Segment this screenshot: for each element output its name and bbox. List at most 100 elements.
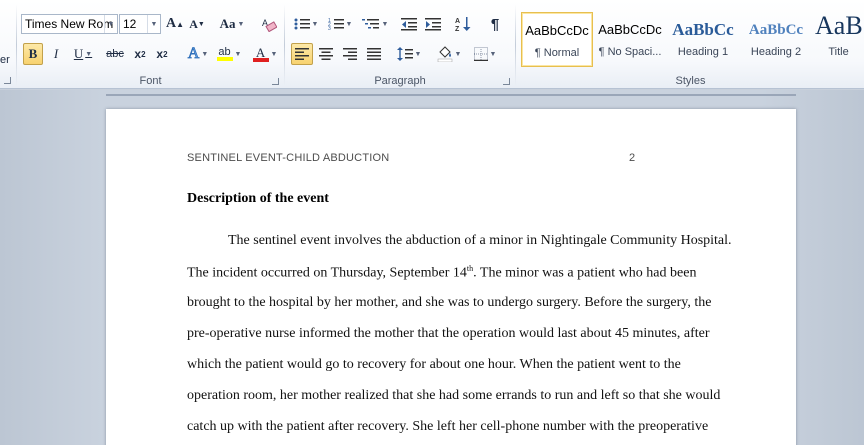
bullets-icon	[294, 18, 310, 30]
style-heading-2[interactable]: AaBbCc Heading 2	[740, 12, 812, 67]
paragraph-line[interactable]: operation room, her mother realized that…	[187, 388, 720, 404]
subscript-button[interactable]: x2	[130, 43, 150, 65]
underline-button[interactable]: U ▼	[68, 43, 98, 65]
paragraph-line[interactable]: catch up with the patient after recovery…	[187, 419, 708, 435]
arrow-down-icon: ▼	[197, 20, 205, 28]
separator	[515, 4, 516, 86]
ribbon: er Times New Rom ▼ 12 ▼ A▲ A▼ Aa▼ A B	[0, 0, 864, 89]
chevron-down-icon[interactable]: ▼	[104, 15, 117, 33]
italic-button[interactable]: I	[46, 43, 66, 65]
chevron-down-icon: ▼	[414, 50, 422, 58]
clear-formatting-button[interactable]: A	[258, 13, 280, 35]
underline-label: U	[73, 46, 84, 61]
justify-icon	[367, 48, 381, 60]
chevron-down-icon: ▼	[234, 50, 242, 58]
font-color-button[interactable]: A ▼	[250, 43, 280, 65]
numbering-icon: 1 2 3	[328, 18, 344, 31]
chevron-down-icon: ▼	[454, 50, 462, 58]
style-normal[interactable]: AaBbCcDc ¶ Normal	[521, 12, 593, 67]
svg-text:Z: Z	[455, 26, 460, 32]
styles-group: AaBbCcDc ¶ Normal AaBbCcDc ¶ No Spaci...…	[517, 0, 864, 89]
style-title-name: Title	[828, 46, 849, 58]
decrease-indent-button[interactable]	[398, 13, 420, 35]
clear-formatting-icon: A	[262, 18, 277, 32]
multilevel-list-button[interactable]: ▼	[358, 13, 392, 35]
bold-label: B	[28, 46, 38, 61]
separator	[16, 4, 17, 86]
section-heading[interactable]: Description of the event	[187, 191, 329, 207]
justify-button[interactable]	[363, 43, 385, 65]
sort-button[interactable]: A Z	[452, 13, 474, 35]
style-no-spacing-name: ¶ No Spaci...	[598, 46, 662, 58]
style-heading-1[interactable]: AaBbCc Heading 1	[667, 12, 739, 67]
shrink-font-label: A	[189, 16, 198, 31]
style-heading-1-sample: AaBbCc	[672, 20, 734, 39]
paragraph-group-label: Paragraph	[374, 75, 426, 87]
chevron-down-icon: ▼	[237, 20, 245, 28]
arrow-up-icon: ▲	[176, 19, 185, 29]
pilcrow-icon: ¶	[490, 15, 500, 33]
line-spacing-button[interactable]: ▼	[394, 43, 424, 65]
align-left-icon	[295, 48, 309, 60]
paragraph-line-text: . The minor was a patient who had been	[473, 265, 697, 281]
text-effects-button[interactable]: A ▼	[184, 43, 212, 65]
superscript-button[interactable]: x2	[152, 43, 172, 65]
align-center-button[interactable]	[315, 43, 337, 65]
highlight-button[interactable]: ab ▼	[214, 43, 244, 65]
page-number[interactable]: 2	[629, 152, 635, 164]
shading-button[interactable]: ▼	[434, 43, 464, 65]
svg-text:A: A	[455, 18, 460, 25]
chevron-down-icon: ▼	[311, 20, 319, 28]
font-size-combo[interactable]: 12 ▼	[119, 14, 161, 34]
change-case-label: Aa	[219, 16, 236, 31]
paragraph-line[interactable]: which the patient would go to recovery f…	[187, 357, 681, 373]
page-header-title[interactable]: SENTINEL EVENT-CHILD ABDUCTION	[187, 152, 389, 164]
paragraph-line[interactable]: brought to the hospital by her mother, a…	[187, 295, 711, 311]
strikethrough-button[interactable]: abc	[102, 43, 128, 65]
bold-button[interactable]: B	[23, 43, 43, 65]
document-page[interactable]: SENTINEL EVENT-CHILD ABDUCTION 2 Descrip…	[106, 109, 796, 445]
change-case-button[interactable]: Aa ▼	[218, 13, 246, 35]
paragraph-line[interactable]: The sentinel event involves the abductio…	[187, 233, 732, 249]
paragraph-dialog-launcher[interactable]	[503, 78, 510, 85]
font-name-combo[interactable]: Times New Rom ▼	[21, 14, 118, 34]
style-no-spacing[interactable]: AaBbCcDc ¶ No Spaci...	[594, 12, 666, 67]
font-dialog-launcher[interactable]	[272, 78, 279, 85]
font-size-value: 12	[123, 17, 137, 31]
decrease-indent-icon	[401, 18, 417, 31]
multilevel-list-icon	[361, 19, 379, 29]
grow-font-button[interactable]: A ▲	[165, 13, 185, 35]
increase-indent-button[interactable]	[422, 13, 444, 35]
align-right-button[interactable]	[339, 43, 361, 65]
shading-bucket-icon	[437, 46, 452, 62]
paragraph-line[interactable]: The incident occurred on Thursday, Septe…	[187, 264, 696, 282]
show-formatting-button[interactable]: ¶	[484, 13, 506, 35]
style-normal-sample: AaBbCcDc	[525, 23, 589, 38]
font-color-icon: A	[252, 46, 269, 62]
styles-group-label: Styles	[675, 75, 706, 87]
style-heading-1-name: Heading 1	[677, 46, 729, 58]
align-right-icon	[343, 48, 357, 60]
chevron-down-icon[interactable]: ▼	[147, 15, 160, 33]
highlight-label: ab	[218, 46, 231, 58]
superscript-digit: 2	[163, 49, 168, 59]
strikethrough-label: abc	[106, 48, 124, 60]
style-normal-name: ¶ Normal	[534, 47, 580, 59]
shrink-font-button[interactable]: A ▼	[187, 13, 207, 35]
style-title[interactable]: AaB Title	[813, 12, 864, 67]
chevron-down-icon: ▼	[201, 50, 209, 58]
separator	[284, 4, 285, 86]
numbering-button[interactable]: 1 2 3 ▼	[324, 13, 356, 35]
font-group: Times New Rom ▼ 12 ▼ A▲ A▼ Aa▼ A B I	[18, 0, 283, 89]
line-spacing-icon	[396, 47, 413, 61]
align-left-button[interactable]	[291, 43, 313, 65]
subscript-label: x	[134, 47, 142, 61]
chevron-down-icon: ▼	[381, 20, 389, 28]
bullets-button[interactable]: ▼	[290, 13, 322, 35]
borders-button[interactable]: ▼	[470, 43, 500, 65]
sort-az-icon: A Z	[455, 17, 471, 32]
clipboard-launcher[interactable]	[4, 77, 11, 84]
font-name-value: Times New Rom	[25, 17, 114, 31]
style-heading-2-sample: AaBbCc	[748, 22, 804, 38]
paragraph-line[interactable]: pre-operative nurse informed the mother …	[187, 326, 710, 342]
